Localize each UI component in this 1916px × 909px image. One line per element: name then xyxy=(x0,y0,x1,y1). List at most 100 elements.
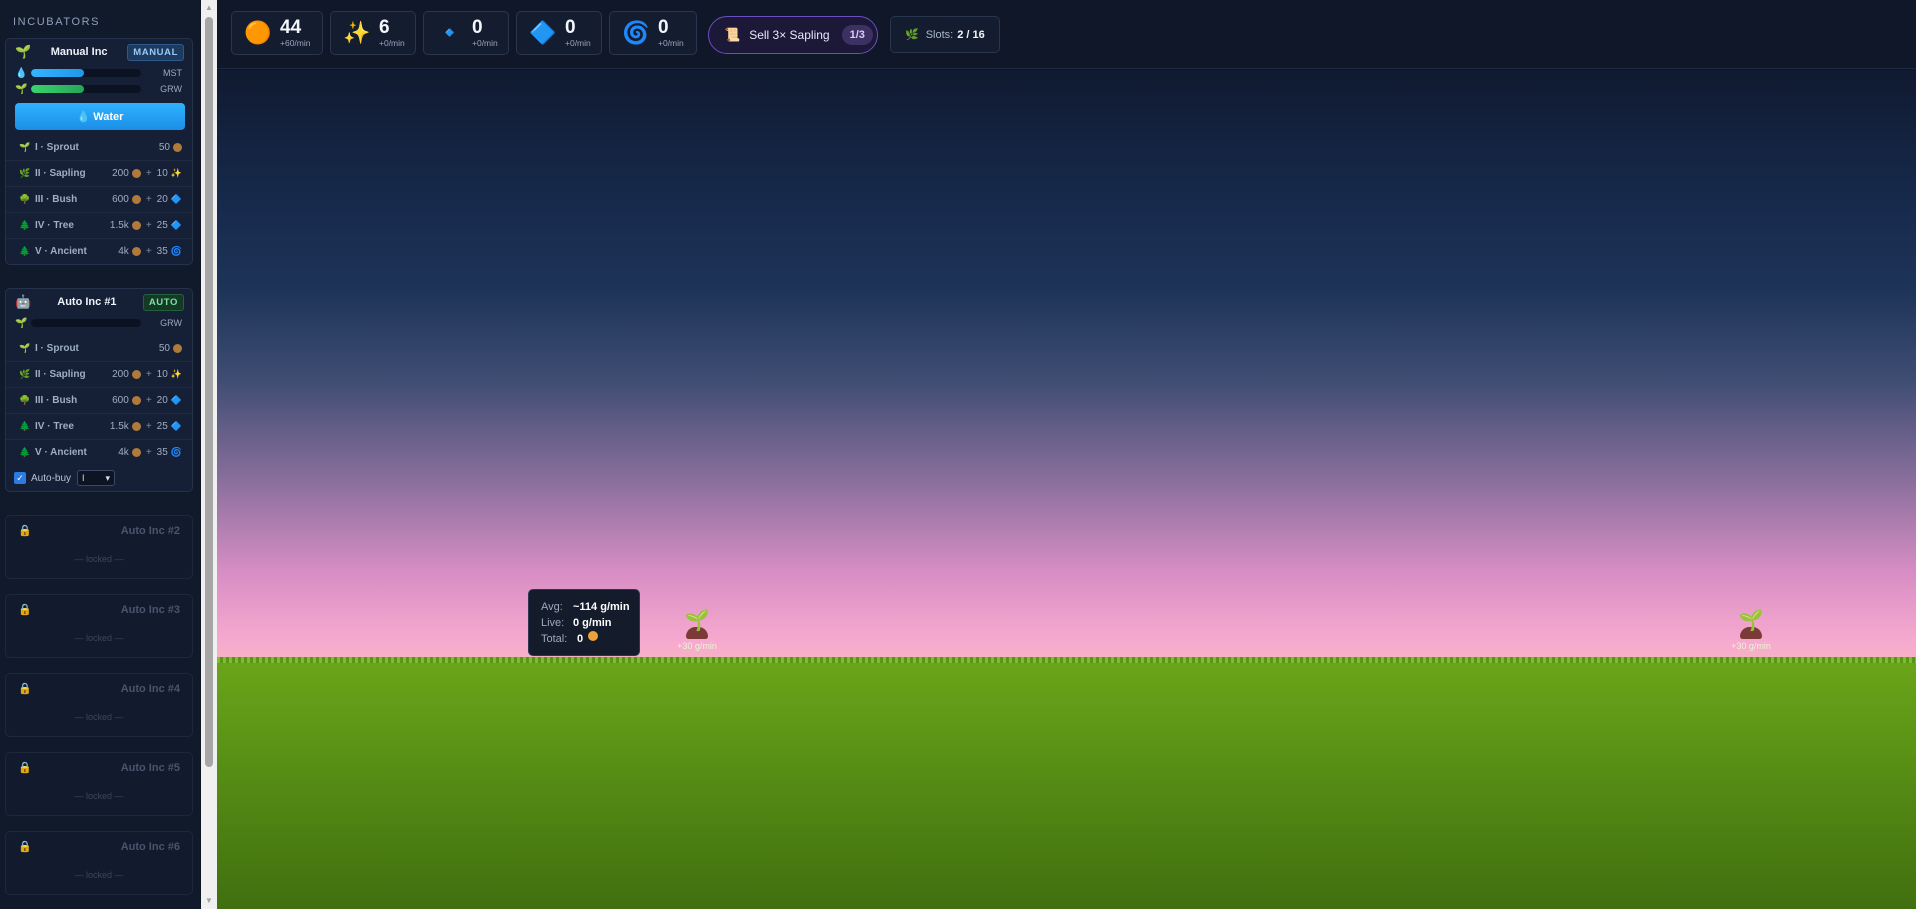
manual-tier-list: 🌱 I · Sprout 50 🌿 II · Sapling 200 +10 ✨ 🌳 III · … xyxy=(6,134,192,264)
plant-slot-1[interactable]: 🌱 +30 g/min xyxy=(672,611,722,651)
slots-value: 2 / 16 xyxy=(957,28,985,41)
cost-value: 4k xyxy=(118,447,129,458)
lock-icon: 🔒 xyxy=(18,841,32,853)
tier-name: I · Sprout xyxy=(35,342,79,354)
resource-coin: 🟠 44 +60/min xyxy=(231,11,323,55)
tier-row[interactable]: 🌲 V · Ancient 4k +35 🌀 xyxy=(6,238,192,264)
incubator-name: Auto Inc #1 xyxy=(57,296,117,308)
cost-value: 1.5k xyxy=(109,220,129,231)
sidebar-scrollbar[interactable]: ▲ ▼ xyxy=(201,0,217,909)
bonus-value: 10 xyxy=(156,369,168,380)
tier-icon: 🌲 xyxy=(19,220,31,230)
tier-cost: 50 xyxy=(159,142,182,153)
incubator-sidebar[interactable]: INCUBATORS 🌱 Manual Inc MANUAL 💧 MST 🌱 G… xyxy=(0,0,200,909)
seedling-icon: 🌱 xyxy=(15,83,28,95)
scrollbar-thumb[interactable] xyxy=(205,17,213,767)
autobuy-label: Auto-buy xyxy=(31,472,72,484)
seedling-icon: 🌱 xyxy=(1738,610,1764,632)
stats-tooltip: Avg: ~114 g/min Live: 0 g/min Total: 0 xyxy=(528,589,640,656)
tier-cost: 600 +20 🔷 xyxy=(112,395,182,406)
resource-rate: +60/min xyxy=(280,38,311,49)
bonus-gem-icon: 🔷 xyxy=(170,220,182,230)
tier-icon: 🌿 xyxy=(19,369,31,379)
resource-values: 0 +0/min xyxy=(472,18,498,48)
quest-button[interactable]: 📜 Sell 3× Sapling 1/3 xyxy=(708,16,878,54)
coin-icon xyxy=(131,195,141,204)
garden-scene[interactable]: 🌱 +30 g/min 🌱 +30 g/min Avg: ~114 g/min L… xyxy=(217,70,1916,909)
tier-cost: 1.5k +25 🔷 xyxy=(110,220,182,231)
resource-vortex: 🌀 0 +0/min xyxy=(609,11,697,55)
live-label: Live: xyxy=(541,617,565,629)
moisture-label: MST xyxy=(163,68,182,78)
coin-icon xyxy=(131,422,141,431)
tier-row[interactable]: 🌲 V · Ancient 4k +35 🌀 xyxy=(6,439,192,465)
avg-label: Avg: xyxy=(541,601,563,613)
tier-row[interactable]: 🌱 I · Sprout 50 xyxy=(6,134,192,160)
resource-sparkle: ✨ 6 +0/min xyxy=(330,11,416,55)
autobuy-row: ✓ Auto-buy I ▾ xyxy=(6,465,192,491)
cost-value: 200 xyxy=(112,369,129,380)
locked-text: — locked — xyxy=(74,870,124,880)
tier-cost: 600 +20 🔷 xyxy=(112,194,182,205)
tier-row[interactable]: 🌳 III · Bush 600 +20 🔷 xyxy=(6,387,192,413)
slots-indicator: 🌿 Slots: 2 / 16 xyxy=(890,16,1000,53)
tier-row[interactable]: 🌿 II · Sapling 200 +10 ✨ xyxy=(6,361,192,387)
locked-incubator-card: 🔒 Auto Inc #5 — locked — xyxy=(5,752,193,816)
tier-icon: 🌲 xyxy=(19,421,31,431)
tier-row[interactable]: 🌱 I · Sprout 50 xyxy=(6,335,192,361)
resource-bar: 🟠 44 +60/min ✨ 6 +0/min 🔹 0 +0/min 🔷 0 +0/min 🌀 0 +0/m… xyxy=(217,0,1916,69)
tier-row[interactable]: 🌿 II · Sapling 200 +10 ✨ xyxy=(6,160,192,186)
coin-icon xyxy=(131,370,141,379)
autobuy-checkbox[interactable]: ✓ xyxy=(14,472,26,484)
quest-label: Sell 3× Sapling xyxy=(749,28,830,42)
locked-text: — locked — xyxy=(74,633,124,643)
growth-row: 🌱 GRW xyxy=(6,315,192,331)
resource-large-gem: 🔷 0 +0/min xyxy=(516,11,602,55)
water-button[interactable]: 💧 Water xyxy=(15,103,185,130)
plus-sign: + xyxy=(145,421,152,432)
plant-slot-2[interactable]: 🌱 +30 g/min xyxy=(1726,611,1776,651)
bonus-gem-icon: 🌀 xyxy=(170,447,182,457)
chevron-down-icon: ▾ xyxy=(105,472,111,483)
cost-value: 50 xyxy=(158,141,170,153)
slots-label: Slots: xyxy=(925,28,954,41)
tier-icon: 🌳 xyxy=(19,194,31,204)
manual-incubator-card: 🌱 Manual Inc MANUAL 💧 MST 🌱 GRW 💧 Water … xyxy=(5,38,193,265)
locked-text: — locked — xyxy=(74,791,124,801)
coin-icon xyxy=(173,343,182,353)
tier-cost: 50 xyxy=(159,343,182,354)
tier-row[interactable]: 🌲 IV · Tree 1.5k +25 🔷 xyxy=(6,413,192,439)
resource-values: 44 +60/min xyxy=(280,18,310,48)
scroll-down-arrow-icon[interactable]: ▼ xyxy=(201,893,217,909)
tier-cost: 200 +10 ✨ xyxy=(112,168,182,179)
plus-sign: + xyxy=(145,447,152,458)
scroll-up-arrow-icon[interactable]: ▲ xyxy=(201,0,217,16)
tier-cost: 1.5k +25 🔷 xyxy=(110,421,182,432)
tier-row[interactable]: 🌳 III · Bush 600 +20 🔷 xyxy=(6,186,192,212)
bonus-value: 25 xyxy=(156,220,168,231)
coin-icon xyxy=(173,142,182,152)
cost-value: 600 xyxy=(112,395,129,406)
lock-icon: 🔒 xyxy=(18,525,32,537)
total-label: Total: xyxy=(541,633,568,645)
locked-incubator-card: 🔒 Auto Inc #3 — locked — xyxy=(5,594,193,658)
resource-values: 0 +0/min xyxy=(565,18,591,48)
locked-incubator-name: Auto Inc #2 xyxy=(120,525,180,537)
tier-icon: 🌲 xyxy=(19,447,31,457)
autobuy-tier-select[interactable]: I ▾ xyxy=(77,470,116,486)
coin-icon xyxy=(588,631,599,641)
auto-tier-list: 🌱 I · Sprout 50 🌿 II · Sapling 200 +10 ✨ 🌳 III · … xyxy=(6,335,192,465)
tier-row[interactable]: 🌲 IV · Tree 1.5k +25 🔷 xyxy=(6,212,192,238)
growth-bar xyxy=(31,319,141,327)
tier-icon: 🌱 xyxy=(19,342,31,353)
plus-sign: + xyxy=(145,220,152,231)
moisture-bar xyxy=(31,69,141,77)
bonus-gem-icon: 🔷 xyxy=(170,194,182,204)
locked-incubator-card: 🔒 Auto Inc #6 — locked — xyxy=(5,831,193,895)
auto-badge: AUTO xyxy=(142,293,184,311)
tier-name: II · Sapling xyxy=(35,168,86,179)
seedling-icon: 🌱 xyxy=(15,44,32,59)
cost-value: 1.5k xyxy=(109,421,129,432)
tier-icon: 🌿 xyxy=(19,168,31,178)
locked-incubator-name: Auto Inc #4 xyxy=(120,683,180,695)
